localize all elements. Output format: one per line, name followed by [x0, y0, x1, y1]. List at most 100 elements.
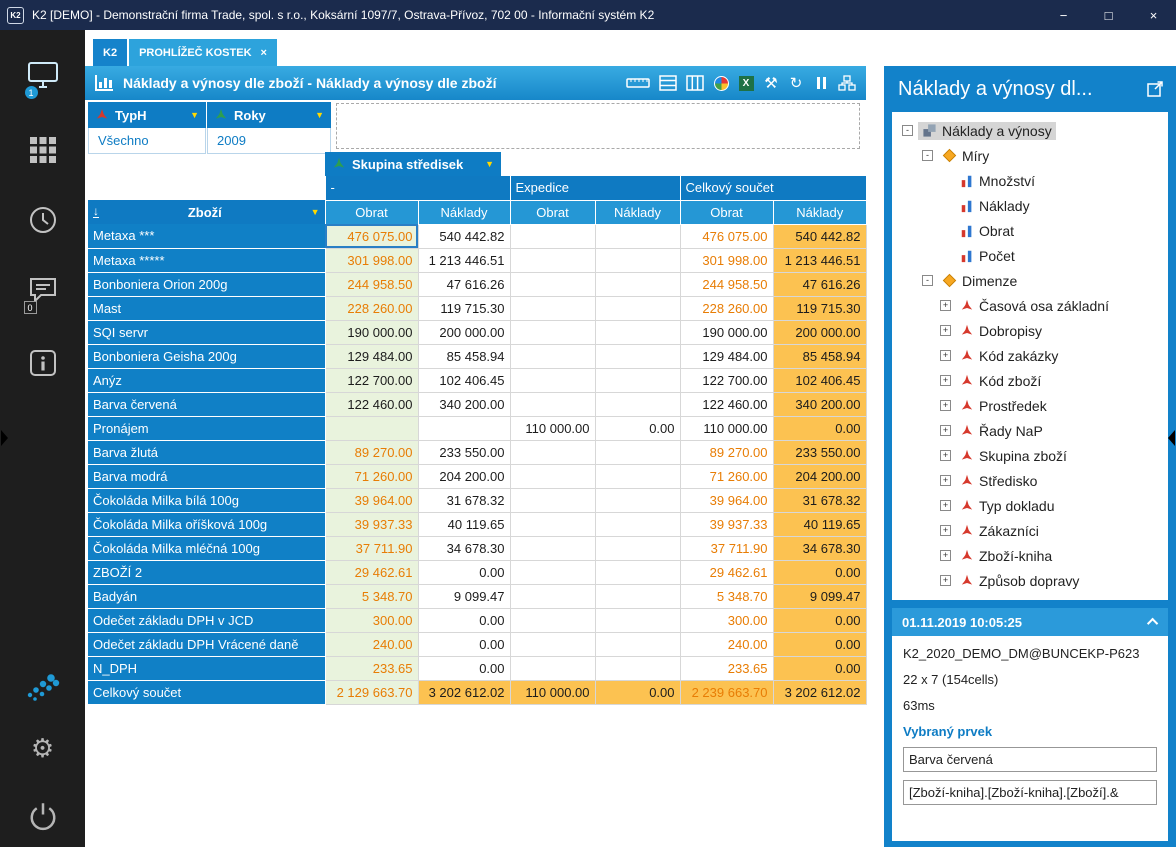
- pivot-cell[interactable]: 122 460.00: [325, 392, 418, 416]
- pivot-column-group-header[interactable]: Celkový součet: [680, 176, 866, 200]
- pause-icon[interactable]: [813, 74, 829, 92]
- chevron-down-icon[interactable]: ▼: [315, 110, 324, 120]
- tree-item[interactable]: +Zákazníci: [894, 518, 1166, 543]
- pivot-cell[interactable]: 122 460.00: [680, 392, 773, 416]
- pivot-row-label[interactable]: SQI servr: [88, 320, 325, 344]
- pivot-cell[interactable]: 228 260.00: [325, 296, 418, 320]
- pivot-cell[interactable]: [595, 344, 680, 368]
- pivot-cell[interactable]: [595, 512, 680, 536]
- collapse-box-icon[interactable]: -: [902, 125, 913, 136]
- tree-item[interactable]: +Zboží-kniha: [894, 543, 1166, 568]
- settings-gear-icon[interactable]: ⚙: [0, 735, 85, 761]
- pivot-cell[interactable]: 233 550.00: [418, 440, 510, 464]
- pivot-cell[interactable]: 9 099.47: [773, 584, 866, 608]
- pivot-cell[interactable]: [510, 632, 595, 656]
- pivot-cell[interactable]: 233.65: [680, 656, 773, 680]
- open-in-window-icon[interactable]: [1147, 80, 1164, 102]
- ruler-icon[interactable]: [626, 74, 650, 92]
- pivot-cell[interactable]: 39 964.00: [325, 488, 418, 512]
- right-collapse-handle[interactable]: [1168, 430, 1175, 446]
- pivot-row-label[interactable]: Pronájem: [88, 416, 325, 440]
- pivot-cell[interactable]: 34 678.30: [773, 536, 866, 560]
- maximize-icon[interactable]: □: [1086, 0, 1131, 30]
- pivot-cell[interactable]: 39 964.00: [680, 488, 773, 512]
- pivot-cell[interactable]: [510, 224, 595, 248]
- pivot-cell[interactable]: 0.00: [418, 560, 510, 584]
- pivot-cell[interactable]: 0.00: [773, 608, 866, 632]
- refresh-icon[interactable]: ↻: [788, 74, 804, 92]
- pivot-cell[interactable]: [510, 392, 595, 416]
- pivot-cell[interactable]: 233.65: [325, 656, 418, 680]
- pivot-measure-header[interactable]: Obrat: [510, 200, 595, 224]
- pivot-cell[interactable]: [510, 320, 595, 344]
- selected-element-name-field[interactable]: Barva červená: [903, 747, 1157, 772]
- pivot-row-label[interactable]: Barva žlutá: [88, 440, 325, 464]
- status-header[interactable]: 01.11.2019 10:05:25: [892, 608, 1168, 636]
- pivot-cell[interactable]: [325, 416, 418, 440]
- pivot-row-label[interactable]: ZBOŽÍ 2: [88, 560, 325, 584]
- chevron-up-icon[interactable]: [1147, 618, 1158, 629]
- expand-box-icon[interactable]: +: [940, 525, 951, 536]
- pivot-cell[interactable]: 340 200.00: [773, 392, 866, 416]
- pivot-row-label[interactable]: Barva modrá: [88, 464, 325, 488]
- pivot-cell[interactable]: [595, 584, 680, 608]
- pivot-cell[interactable]: [595, 272, 680, 296]
- tree-item[interactable]: -Dimenze: [894, 268, 1166, 293]
- pivot-cell[interactable]: 240.00: [325, 632, 418, 656]
- tree-item[interactable]: -Míry: [894, 143, 1166, 168]
- tree-item[interactable]: Obrat: [894, 218, 1166, 243]
- chevron-down-icon[interactable]: ▼: [190, 110, 199, 120]
- pivot-cell[interactable]: 1 213 446.51: [773, 248, 866, 272]
- pivot-cell[interactable]: 240.00: [680, 632, 773, 656]
- pivot-cell[interactable]: 476 075.00: [680, 224, 773, 248]
- pivot-cell[interactable]: [510, 440, 595, 464]
- pivot-cell[interactable]: 110 000.00: [680, 416, 773, 440]
- excel-export-icon[interactable]: X: [738, 74, 754, 92]
- tree-item[interactable]: +Kód zboží: [894, 368, 1166, 393]
- pivot-cell[interactable]: 85 458.94: [418, 344, 510, 368]
- pivot-row-label[interactable]: Anýz: [88, 368, 325, 392]
- pivot-row-label[interactable]: Bonboniera Orion 200g: [88, 272, 325, 296]
- pivot-cell[interactable]: 0.00: [773, 416, 866, 440]
- tree-item[interactable]: +Dobropisy: [894, 318, 1166, 343]
- pivot-row-label[interactable]: Čokoláda Milka oříšková 100g: [88, 512, 325, 536]
- pivot-cell[interactable]: 40 119.65: [418, 512, 510, 536]
- pivot-cell[interactable]: 244 958.50: [680, 272, 773, 296]
- expand-box-icon[interactable]: +: [940, 375, 951, 386]
- minimize-icon[interactable]: −: [1041, 0, 1086, 30]
- pivot-cell[interactable]: 119 715.30: [418, 296, 510, 320]
- pivot-row-label[interactable]: Bonboniera Geisha 200g: [88, 344, 325, 368]
- pivot-cell[interactable]: 0.00: [595, 416, 680, 440]
- pivot-row-label[interactable]: Odečet základu DPH Vrácené daně: [88, 632, 325, 656]
- pivot-cell[interactable]: [595, 440, 680, 464]
- filter-typh-header[interactable]: TypH ▼: [88, 102, 206, 128]
- layout-flow-icon[interactable]: [838, 74, 856, 92]
- desktop-monitor-icon[interactable]: 1: [0, 60, 85, 95]
- row-dimension-header[interactable]: ↓Zboží▼: [88, 200, 325, 224]
- pivot-cell[interactable]: [418, 416, 510, 440]
- left-collapse-handle[interactable]: [1, 430, 8, 446]
- pivot-cell[interactable]: 122 700.00: [325, 368, 418, 392]
- pivot-cell[interactable]: [510, 584, 595, 608]
- pivot-cell[interactable]: 540 442.82: [773, 224, 866, 248]
- sort-ascending-icon[interactable]: ↓: [93, 206, 99, 218]
- expand-box-icon[interactable]: +: [940, 550, 951, 561]
- tab-close-icon[interactable]: ×: [261, 47, 267, 59]
- pivot-cell[interactable]: 2 239 663.70: [680, 680, 773, 704]
- pivot-cell[interactable]: [595, 656, 680, 680]
- expand-box-icon[interactable]: +: [940, 350, 951, 361]
- filter-typh-value[interactable]: Všechno: [88, 128, 206, 154]
- pivot-cell[interactable]: 129 484.00: [680, 344, 773, 368]
- pivot-cell[interactable]: 39 937.33: [680, 512, 773, 536]
- tree-item[interactable]: +Skupina zboží: [894, 443, 1166, 468]
- columns-icon[interactable]: [686, 74, 704, 92]
- expand-box-icon[interactable]: +: [940, 400, 951, 411]
- pivot-cell[interactable]: [510, 536, 595, 560]
- pivot-measure-header[interactable]: Náklady: [418, 200, 510, 224]
- pivot-cell[interactable]: 85 458.94: [773, 344, 866, 368]
- pivot-row-label[interactable]: Čokoláda Milka bílá 100g: [88, 488, 325, 512]
- pivot-cell[interactable]: [595, 224, 680, 248]
- pivot-cell[interactable]: [595, 320, 680, 344]
- pivot-cell[interactable]: 9 099.47: [418, 584, 510, 608]
- pivot-cell[interactable]: 340 200.00: [418, 392, 510, 416]
